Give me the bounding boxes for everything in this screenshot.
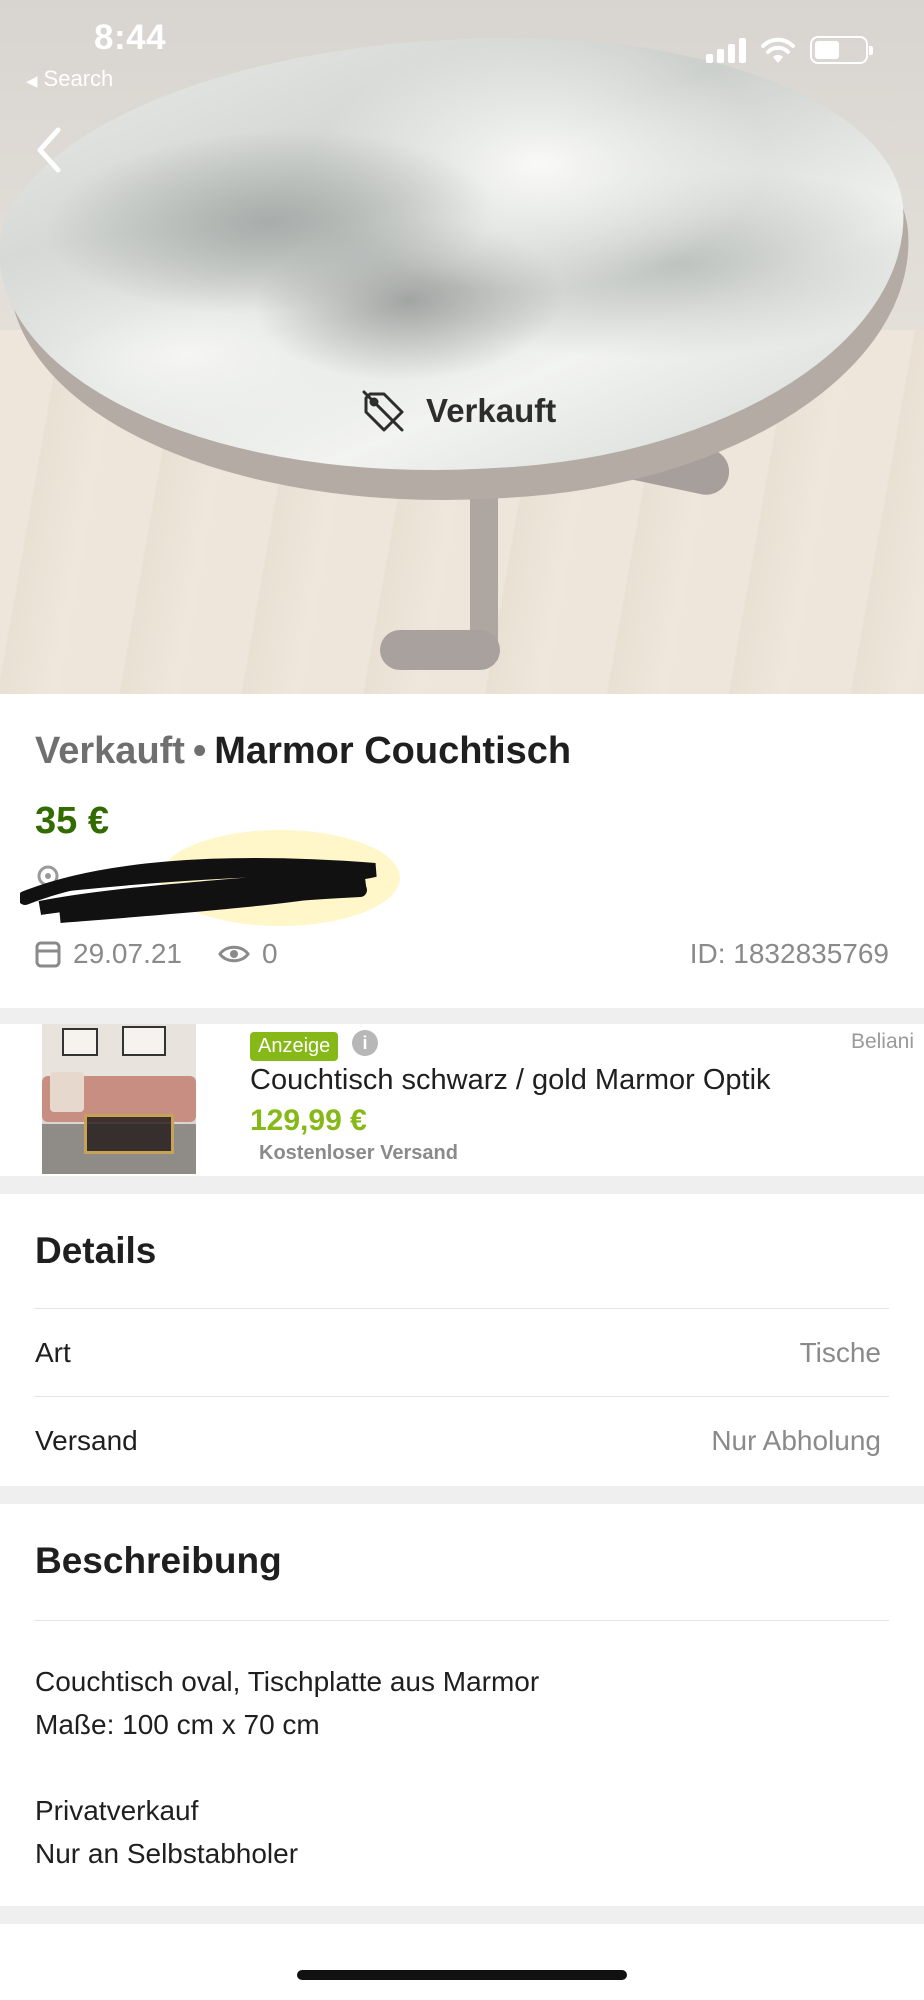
- details-key: Art: [35, 1336, 71, 1368]
- details-key: Versand: [35, 1424, 138, 1456]
- chevron-left-icon: [37, 127, 61, 173]
- listing-views-count: 0: [262, 938, 278, 969]
- sold-overlay: Verkauft: [360, 388, 556, 434]
- details-row-art: Art Tische: [35, 1308, 889, 1396]
- listing-title-text: Marmor Couchtisch: [214, 730, 572, 772]
- battery-icon: [810, 36, 873, 64]
- listing-meta: 29.07.21 0 ID: 1832835769: [35, 938, 889, 970]
- eye-icon: [218, 945, 250, 963]
- section-divider: [0, 1486, 924, 1504]
- description-line: Privatverkauf: [35, 1795, 199, 1826]
- description-line: Couchtisch oval, Tischplatte aus Marmor: [35, 1666, 540, 1697]
- description-line: [35, 1746, 539, 1789]
- ad-title[interactable]: Couchtisch schwarz / gold Marmor Optik: [250, 1064, 771, 1097]
- status-back-to-app[interactable]: ◀ Search: [26, 66, 113, 92]
- listing-header: Verkauft • Marmor Couchtisch 35 € 29.07.21…: [0, 694, 924, 1008]
- description-text: Couchtisch oval, Tischplatte aus Marmor …: [35, 1660, 539, 1875]
- listing-date-text: 29.07.21: [73, 938, 182, 969]
- listing-views: 0: [218, 938, 278, 970]
- home-indicator[interactable]: [297, 1970, 627, 1980]
- sold-veil-overlay: [0, 0, 924, 694]
- wifi-icon: [761, 37, 795, 63]
- status-time: 8:44: [94, 18, 167, 57]
- description-line: Maße: 100 cm x 70 cm: [35, 1709, 320, 1740]
- details-row-versand: Versand Nur Abholung: [35, 1396, 889, 1484]
- sold-overlay-label: Verkauft: [426, 392, 557, 429]
- status-icons: [706, 36, 873, 64]
- description-line: Nur an Selbstabholer: [35, 1838, 299, 1869]
- info-icon[interactable]: i: [352, 1030, 378, 1056]
- title-separator: •: [192, 730, 207, 772]
- section-divider: [0, 1906, 924, 1924]
- status-back-label: Search: [43, 66, 114, 91]
- back-triangle-icon: ◀: [26, 73, 38, 90]
- section-divider: [0, 1176, 924, 1194]
- ad-brand: Beliani: [850, 1030, 914, 1053]
- listing-id: ID: 1832835769: [689, 938, 889, 969]
- listing-date: 29.07.21: [35, 938, 182, 970]
- signal-icon: [706, 37, 746, 63]
- ad-price: 129,99 €: [250, 1104, 367, 1137]
- redaction-scribble: [20, 830, 400, 926]
- ad-thumbnail[interactable]: [42, 1024, 196, 1174]
- back-button[interactable]: [26, 120, 72, 180]
- details-heading: Details: [35, 1230, 157, 1271]
- description-divider: [35, 1620, 889, 1621]
- sponsored-ad[interactable]: Anzeige i Beliani Couchtisch schwarz / g…: [0, 1024, 924, 1176]
- ad-badge: Anzeige: [250, 1032, 339, 1061]
- description-heading: Beschreibung: [35, 1540, 282, 1581]
- listing-title: Verkauft • Marmor Couchtisch: [35, 730, 571, 773]
- description-section: Beschreibung Couchtisch oval, Tischplatt…: [0, 1504, 924, 1906]
- details-value: Nur Abholung: [711, 1424, 881, 1456]
- details-value: Tische: [799, 1336, 881, 1368]
- ad-shipping: Kostenloser Versand: [259, 1142, 458, 1164]
- listing-photo[interactable]: 8:44 ◀ Search Verkauft: [0, 0, 924, 694]
- sold-tag-icon: [362, 390, 404, 432]
- calendar-icon: [35, 941, 61, 968]
- listing-status: Verkauft: [35, 730, 185, 772]
- details-section: Details Art Tische Versand Nur Abholung: [0, 1194, 924, 1486]
